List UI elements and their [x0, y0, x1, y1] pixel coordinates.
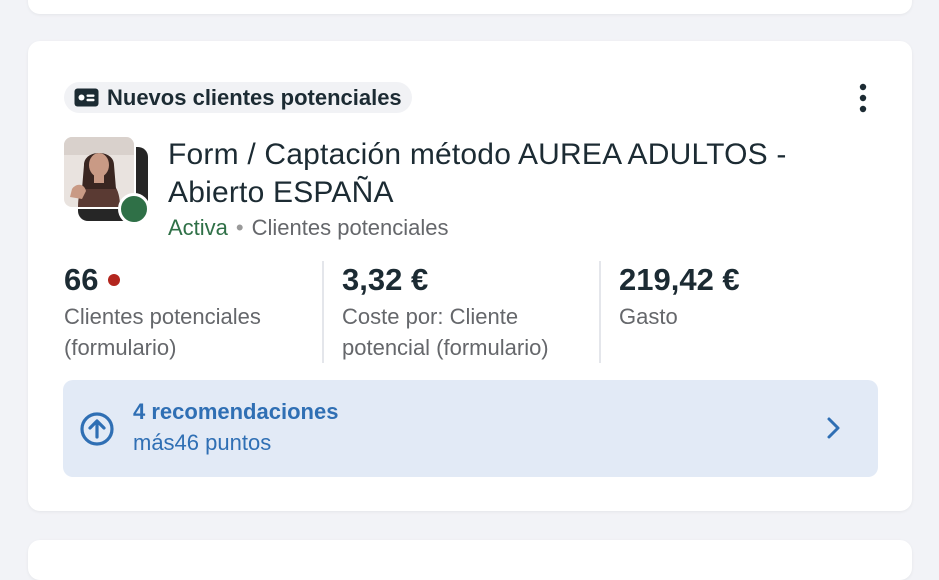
metric-spend[interactable]: 219,42 € Gasto: [599, 261, 869, 363]
chevron-right-icon: [827, 417, 840, 439]
ad-title[interactable]: Form / Captación método AUREA ADULTOS - …: [168, 136, 868, 212]
more-vertical-icon: [859, 83, 867, 113]
ad-status: Activa: [168, 215, 228, 240]
previous-card: [28, 0, 912, 14]
metric-leads-label: Clientes potenciales (formulario): [64, 304, 261, 360]
objective-label: Nuevos clientes potenciales: [107, 84, 402, 110]
active-status-dot: [118, 193, 150, 225]
more-options-button[interactable]: [848, 81, 878, 115]
recommendations-subtitle: más46 puntos: [133, 430, 272, 455]
ad-card[interactable]: Nuevos clientes potenciales Form / Capta…: [28, 41, 912, 511]
ad-thumbnail[interactable]: [62, 135, 152, 225]
metric-spend-label: Gasto: [619, 304, 678, 329]
recommendations-banner[interactable]: 4 recomendaciones más46 puntos: [63, 380, 878, 477]
arrow-up-circle-icon: [80, 412, 114, 446]
metric-spend-value: 219,42 €: [619, 262, 740, 297]
ad-type: Clientes potenciales: [251, 215, 449, 240]
ad-status-line: Activa • Clientes potenciales: [168, 215, 449, 241]
metric-leads-value: 66: [64, 262, 99, 297]
objective-chip: Nuevos clientes potenciales: [64, 82, 412, 113]
lead-form-icon: [74, 88, 99, 107]
separator-dot: •: [235, 215, 244, 240]
recommendations-title: 4 recomendaciones: [133, 399, 339, 424]
metric-leads[interactable]: 66 Clientes potenciales (formulario): [64, 261, 314, 363]
metric-cost-per-lead[interactable]: 3,32 € Coste por: Cliente potencial (for…: [322, 261, 592, 363]
metric-cost-per-lead-label: Coste por: Cliente potencial (formulario…: [342, 304, 549, 360]
metric-cost-per-lead-value: 3,32 €: [342, 262, 429, 297]
next-card: [28, 540, 912, 580]
alert-indicator-dot: [108, 274, 121, 286]
